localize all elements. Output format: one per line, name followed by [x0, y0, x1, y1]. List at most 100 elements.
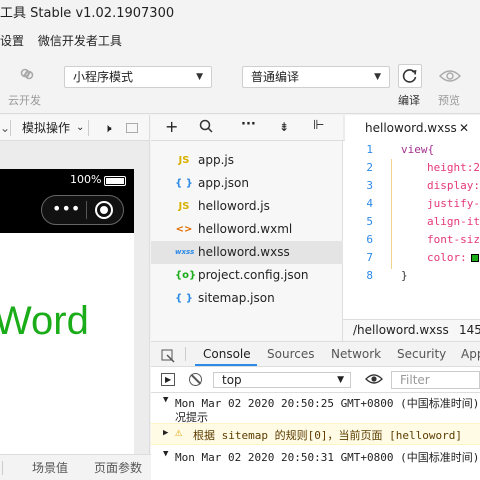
- tab-security[interactable]: Security: [397, 342, 446, 366]
- code-line: 7 color:: [343, 249, 480, 267]
- file-item[interactable]: { } app.json: [151, 172, 343, 195]
- mode-select[interactable]: 小程序模式 ▼: [64, 66, 212, 88]
- battery-percent: 100%: [70, 173, 102, 186]
- compile-select[interactable]: 普通编译 ▼: [242, 66, 390, 88]
- tab-network[interactable]: Network: [331, 342, 381, 366]
- chevron-down-icon[interactable]: ⌄: [0, 115, 10, 141]
- color-swatch[interactable]: [471, 254, 479, 262]
- battery-icon: [104, 176, 126, 186]
- debugger-tabs: Console Sources Network Security App: [151, 341, 480, 367]
- file-type-icon: <>: [175, 224, 193, 235]
- compile-button[interactable]: [398, 64, 422, 88]
- expand-triangle-icon[interactable]: ▼: [163, 449, 168, 459]
- code-text: color:: [427, 251, 467, 264]
- code-text: }: [401, 269, 408, 282]
- dropdown-caret-icon: ▼: [337, 375, 344, 385]
- code-text: height:20: [427, 161, 480, 174]
- code-text: display:: [427, 179, 480, 192]
- main-toolbar: 云开发 小程序模式 ▼ 普通编译 ▼ 编译 预览: [0, 54, 480, 114]
- line-number: 2: [366, 161, 373, 174]
- code-line: 8}: [343, 267, 480, 285]
- code-line: 1 view{: [343, 141, 480, 159]
- filter-input[interactable]: Filter: [391, 371, 480, 389]
- file-name: app.json: [198, 176, 249, 190]
- simulate-action-menu[interactable]: 模拟操作: [22, 115, 70, 141]
- file-name: helloword.wxss: [198, 245, 290, 259]
- menu-item-settings[interactable]: 设置: [0, 34, 24, 48]
- preview-button[interactable]: 预览: [438, 92, 460, 108]
- menu-item-devtools[interactable]: 微信开发者工具: [38, 34, 122, 48]
- code-editor[interactable]: 1 view{ 2 height:20 3 display: 4 justify-c 5 alig…: [343, 141, 480, 319]
- file-name: sitemap.json: [198, 291, 275, 305]
- code-text: justify-c: [427, 197, 480, 210]
- warning-row: ▶ ⚠ 根据 sitemap 的规则[0]，当前页面 [helloword]: [151, 423, 480, 445]
- context-select[interactable]: top ▼: [213, 372, 351, 388]
- line-number: 3: [366, 179, 373, 192]
- warning-icon: ⚠: [175, 425, 183, 439]
- editor-tab[interactable]: helloword.wxss ✕: [345, 115, 480, 141]
- code-line: 4 justify-c: [343, 195, 480, 213]
- divider: [10, 120, 11, 136]
- file-path: /helloword.wxss: [353, 323, 449, 337]
- line-number: 6: [366, 233, 373, 246]
- line-number: 5: [366, 215, 373, 228]
- eye-icon[interactable]: [438, 68, 462, 84]
- file-type-icon: {o}: [175, 270, 197, 281]
- line-number: 7: [366, 251, 373, 264]
- file-type-icon: JS: [178, 201, 190, 212]
- file-item[interactable]: JS app.js: [151, 149, 343, 172]
- chevron-down-icon: ▼: [374, 72, 381, 82]
- expand-triangle-icon[interactable]: ▶: [163, 428, 168, 438]
- more-icon[interactable]: ···: [241, 117, 256, 132]
- expand-triangle-icon[interactable]: ▼: [163, 395, 168, 405]
- file-item[interactable]: JS helloword.js: [151, 195, 343, 218]
- file-item[interactable]: <> helloword.wxml: [151, 218, 343, 241]
- divider: [86, 201, 87, 219]
- file-type-icon: { }: [175, 293, 193, 304]
- speaker-icon[interactable]: 🕨: [104, 115, 112, 141]
- line-number: 1: [366, 143, 373, 156]
- search-icon[interactable]: [199, 119, 213, 139]
- page-params-button[interactable]: 页面参数: [94, 455, 142, 480]
- warning-text: 根据 sitemap 的规则[0]，当前页面 [helloword]: [193, 429, 462, 442]
- window-icon[interactable]: [126, 123, 138, 133]
- console-output: ▼ Mon Mar 02 2020 20:50:25 GMT+0800 (中国标…: [151, 393, 480, 480]
- line-number: 4: [366, 197, 373, 210]
- cloud-dev-button[interactable]: 云开发: [8, 92, 41, 108]
- file-item[interactable]: wxss helloword.wxss: [151, 241, 343, 264]
- bottom-status-bar: 场景值 页面参数: [0, 454, 151, 480]
- code-text: align-ite: [427, 215, 480, 228]
- add-icon[interactable]: +: [165, 117, 178, 136]
- editor-status-bar: /helloword.wxss 145: [343, 319, 480, 341]
- toggle-panel-icon[interactable]: ⊩: [313, 118, 324, 133]
- capsule-menu: •••: [41, 195, 124, 225]
- code-line: 2 height:20: [343, 159, 480, 177]
- file-item[interactable]: {o} project.config.json: [151, 264, 343, 287]
- editor-tab-label: helloword.wxss: [365, 121, 457, 135]
- scene-value-button[interactable]: 场景值: [32, 455, 68, 480]
- log-entry: Mon Mar 02 2020 20:50:31 GMT+0800 (中国标准时…: [175, 451, 480, 464]
- devtools-window: 工具 Stable v1.02.1907300 设置 微信开发者工具 云开发 小…: [0, 0, 480, 480]
- window-title: 工具 Stable v1.02.1907300: [0, 0, 480, 28]
- code-line: 5 align-ite: [343, 213, 480, 231]
- compile-label[interactable]: 编译: [398, 92, 420, 108]
- menu-bar: 设置 微信开发者工具: [0, 28, 480, 54]
- close-app-icon[interactable]: [95, 201, 113, 219]
- clear-console-icon[interactable]: [189, 373, 202, 386]
- file-type-icon: JS: [178, 155, 190, 166]
- close-icon[interactable]: ✕: [459, 115, 469, 141]
- file-item[interactable]: { } sitemap.json: [151, 287, 343, 310]
- simulator-area: 100% ••• Word: [0, 141, 150, 469]
- cloud-icon: [18, 66, 36, 82]
- chevron-down-icon[interactable]: ⌄: [76, 115, 84, 141]
- phone-status-bar: 100% •••: [0, 169, 134, 233]
- tab-console[interactable]: Console: [203, 342, 251, 366]
- editor-tabs: helloword.wxss ✕: [343, 115, 480, 141]
- tab-sources[interactable]: Sources: [267, 342, 314, 366]
- tab-app[interactable]: App: [461, 342, 480, 366]
- sidebar-toggle-icon[interactable]: ▶: [161, 373, 175, 386]
- collapse-icon[interactable]: ⇟: [279, 120, 289, 134]
- simulator-toolbar: ⌄ 模拟操作 ⌄ 🕨: [0, 115, 150, 141]
- more-dots-icon[interactable]: •••: [52, 198, 80, 220]
- line-number: 8: [366, 269, 373, 282]
